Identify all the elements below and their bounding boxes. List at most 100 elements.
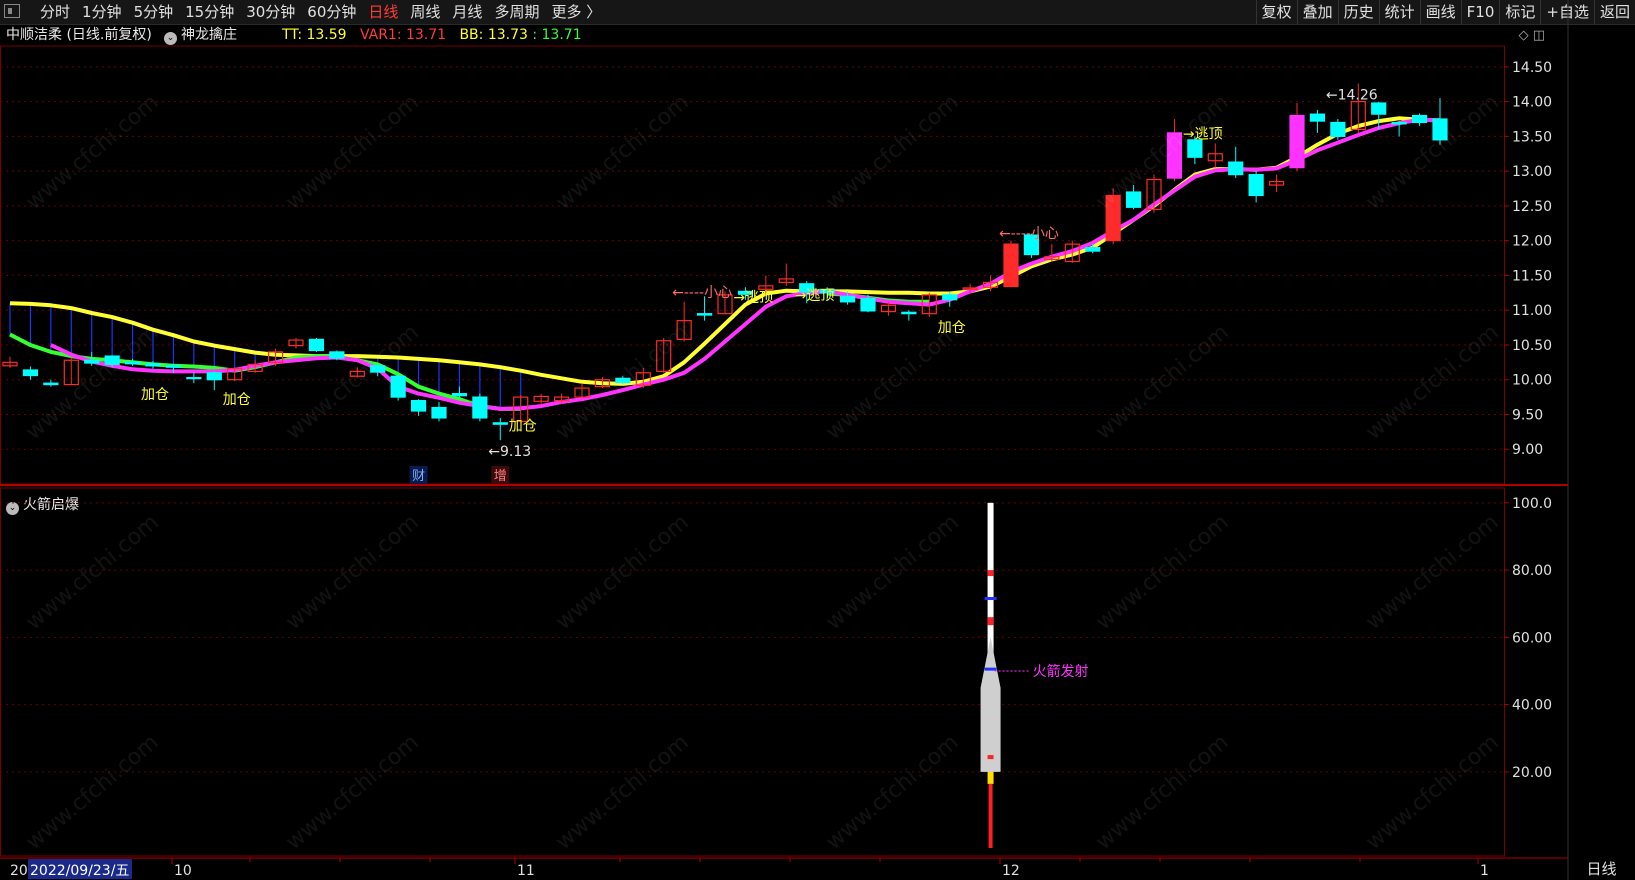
diamond-icon[interactable]: ◇: [1519, 28, 1529, 43]
candle-body: [962, 287, 978, 290]
period-tab[interactable]: 1分钟: [76, 0, 128, 24]
period-tab[interactable]: 更多 〉: [545, 0, 607, 24]
candle-body: [308, 338, 325, 352]
y-tick-label: 10.00: [1512, 373, 1552, 389]
tool-button[interactable]: 历史: [1337, 0, 1379, 24]
y-tick-label: 13.00: [1512, 164, 1552, 180]
candle-body: [124, 361, 141, 365]
period-tab[interactable]: 日线: [362, 0, 404, 24]
watermark-text: www.cfchi.com: [1091, 89, 1234, 216]
candle-body: [1289, 114, 1305, 169]
yellow-line: [9, 116, 1441, 386]
tool-button[interactable]: 统计: [1378, 0, 1420, 24]
stock-title: 中顺洁柔 (日线.前复权): [6, 27, 152, 43]
info-bar: 中顺洁柔 (日线.前复权) ⌄ 神龙擒庄 TT: 13.59 VAR1: 13.7…: [0, 24, 1570, 46]
watermark-text: www.cfchi.com: [551, 509, 694, 636]
rocket-label: 火箭发射: [1033, 663, 1089, 680]
annotation-label: ←9.13: [488, 444, 531, 460]
watermark-text: www.cfchi.com: [551, 729, 694, 856]
watermark-text: www.cfchi.com: [281, 89, 424, 216]
watermark-text: www.cfchi.com: [821, 509, 964, 636]
indicator-name[interactable]: ⌄ 神龙擒庄: [164, 24, 237, 46]
annotation-label: ←----小心: [999, 226, 1059, 242]
indicator-label: 神龙擒庄: [181, 27, 237, 43]
candle-body: [1309, 113, 1326, 122]
watermark-text: www.cfchi.com: [281, 509, 424, 636]
y-tick-label: 14.00: [1512, 95, 1552, 111]
tool-button[interactable]: 标记: [1499, 0, 1540, 24]
watermark-text: www.cfchi.com: [1091, 509, 1234, 636]
candle-body: [22, 369, 39, 377]
y-tick-label: 12.50: [1512, 199, 1552, 215]
watermark-text: www.cfchi.com: [281, 729, 424, 856]
marker-box: [491, 466, 510, 484]
annotation-label: →逃顶: [733, 290, 773, 306]
sub-panel-label: 火箭启爆: [23, 497, 79, 513]
y-tick-label: 12.00: [1512, 234, 1552, 250]
chevron-down-icon[interactable]: ⌄: [6, 502, 19, 515]
period-tab[interactable]: 多周期: [488, 0, 545, 24]
sub-panel-title[interactable]: ⌄ 火箭启爆: [6, 494, 79, 515]
candle-body: [1411, 114, 1428, 124]
candle-body: [513, 396, 529, 423]
candle-body: [921, 294, 937, 315]
watermark-text: www.cfchi.com: [1361, 729, 1504, 856]
marker-label: 财: [412, 469, 425, 484]
candle-body: [165, 365, 182, 368]
candle-body: [676, 320, 692, 340]
candle-body: [982, 281, 999, 288]
tool-button[interactable]: 画线: [1419, 0, 1461, 24]
tool-button[interactable]: F10: [1460, 0, 1500, 24]
candle-body: [1187, 139, 1203, 158]
chart-area[interactable]: 14.50 14.00 13.50 13.00 12.50 12.00 11.50 11.00…: [0, 0, 1635, 880]
period-tab[interactable]: 15分钟: [179, 0, 240, 24]
tool-button[interactable]: 返回: [1593, 0, 1635, 24]
candle-body: [901, 311, 917, 315]
y-tick-label: 80.00: [1512, 563, 1552, 579]
candle-body: [1432, 118, 1448, 141]
chevron-down-icon[interactable]: ⌄: [164, 32, 177, 45]
rocket-trail: [988, 783, 993, 848]
annotation-label: 加仓: [509, 418, 537, 434]
annotation-label: 加仓: [938, 320, 966, 336]
panel-toggle-icon[interactable]: ◫: [1533, 28, 1545, 43]
period-tab[interactable]: 周线: [404, 0, 446, 24]
y-tick-label: 60.00: [1512, 630, 1552, 646]
green-line: [9, 332, 521, 411]
rocket-band: [984, 597, 997, 600]
period-tab[interactable]: 60分钟: [301, 0, 362, 24]
rocket-body: [987, 502, 994, 772]
period-tab[interactable]: 30分钟: [240, 0, 301, 24]
window-icon[interactable]: [4, 4, 20, 18]
bb2-value: : 13.71: [532, 27, 582, 43]
y-tick-label: 13.50: [1512, 129, 1552, 145]
candle-body: [145, 363, 161, 367]
tool-button[interactable]: +自选: [1540, 0, 1594, 24]
x-axis-bg: [0, 858, 1568, 880]
candle-body: [1350, 101, 1366, 131]
watermark-text: www.cfchi.com: [21, 729, 164, 856]
candle-body: [942, 294, 958, 301]
x-tick-label: 10: [174, 863, 192, 879]
candle-body: [472, 396, 488, 419]
magenta-line: [50, 117, 1441, 411]
x-tick-label: 11: [517, 863, 535, 879]
watermark-text: www.cfchi.com: [821, 319, 964, 446]
period-tab[interactable]: 月线: [446, 0, 488, 24]
period-tab[interactable]: 5分钟: [128, 0, 180, 24]
var1-value: VAR1: 13.71: [359, 27, 447, 43]
candle-body: [819, 288, 835, 294]
candle-body: [267, 351, 284, 363]
y-tick-label: 14.50: [1512, 60, 1552, 76]
y-tick-label: 10.50: [1512, 338, 1552, 354]
y-tick-label: 9.00: [1512, 442, 1543, 458]
period-tabs: 分时 1分钟 5分钟 15分钟 30分钟 60分钟 日线 周线 月线 多周期 更多 〉: [34, 0, 607, 24]
tool-button[interactable]: 叠加: [1296, 0, 1338, 24]
watermark-text: www.cfchi.com: [551, 319, 694, 446]
candle-body: [1248, 174, 1264, 197]
period-label[interactable]: 日线: [1568, 858, 1635, 880]
candle-body: [1003, 243, 1019, 288]
tool-button[interactable]: 复权: [1255, 0, 1297, 24]
candle-body: [1207, 153, 1223, 162]
period-tab[interactable]: 分时: [34, 0, 76, 24]
